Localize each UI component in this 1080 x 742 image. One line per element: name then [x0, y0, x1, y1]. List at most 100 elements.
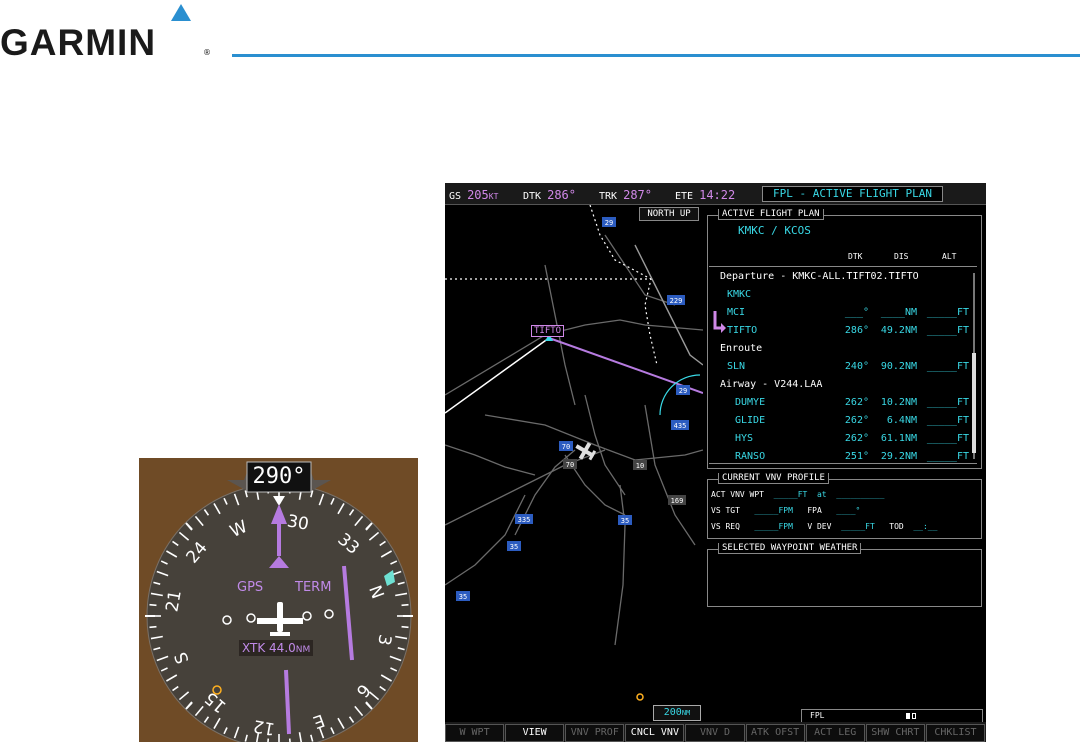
fp-row: Departure - KMKC-ALL.TIFT02.TIFTO — [709, 269, 971, 287]
trk-label: TRK — [599, 191, 618, 202]
trk-value: 287° — [623, 188, 652, 202]
fp-list[interactable]: Departure - KMKC-ALL.TIFT02.TIFTO KMKC MCI… — [709, 266, 977, 464]
col-header-dtk: DTK — [848, 252, 863, 261]
map-orientation-label[interactable]: NORTH UP — [639, 207, 699, 221]
shield-35b: 35 — [507, 541, 521, 551]
softkey-atk-ofst[interactable]: ATK OFST — [745, 724, 805, 742]
page-group-indicator-icon — [906, 713, 910, 719]
fp-row-alt: _____FT — [926, 451, 969, 462]
page-group-indicator-empty-icon — [912, 713, 916, 719]
trk-field: TRK 287° — [599, 188, 652, 202]
waypoint-label-tifto: TIFTO — [531, 325, 565, 337]
hsi-tick — [267, 738, 270, 742]
fp-row-alt: _____FT — [926, 325, 969, 336]
softkey-view[interactable]: VIEW — [505, 724, 565, 742]
fp-row[interactable]: MCI ___° ____NM _____FT — [709, 305, 971, 323]
weather-title: SELECTED WAYPOINT WEATHER — [718, 543, 862, 554]
fp-row[interactable]: DUMYE 262° 10.2NM _____FT — [709, 395, 971, 413]
svg-text:335: 335 — [518, 516, 531, 524]
fp-row-alt: _____FT — [926, 415, 969, 426]
active-leg-arrow-icon — [713, 311, 726, 333]
softkey-act-leg[interactable]: ACT LEG — [805, 724, 865, 742]
softkey-vnv-d[interactable]: VNV D — [685, 724, 745, 742]
xtk-unit: NM — [295, 645, 311, 655]
waypoint-weather-panel: SELECTED WAYPOINT WEATHER — [707, 543, 982, 607]
xtk-readout: XTK 44.0NM — [239, 640, 314, 656]
active-fp-title: ACTIVE FLIGHT PLAN — [718, 209, 824, 220]
page-title: FPL - ACTIVE FLIGHT PLAN — [762, 186, 943, 202]
hsi-tick — [149, 603, 157, 607]
fpl-status-label: FPL — [810, 711, 825, 720]
navigation-map[interactable]: 29 229 29 435 70 70 10 169 335 35 35 35 … — [445, 205, 703, 722]
fp-row[interactable]: SLN 240° 90.2NM _____FT — [709, 359, 971, 377]
dtk-field: DTK 286° — [523, 188, 576, 202]
fp-row-alt: _____FT — [926, 307, 969, 318]
at-label: at — [816, 490, 827, 499]
vnv-profile-panel: CURRENT VNV PROFILE ACT VNV WPT _____FT … — [707, 473, 982, 539]
hsi-label-30: 30 — [285, 511, 310, 534]
svg-text:35: 35 — [459, 593, 467, 601]
vnv-profile-title: CURRENT VNV PROFILE — [718, 473, 829, 484]
softkey-shw-chrt[interactable]: SHW CHRT — [865, 724, 925, 742]
active-flight-plan-panel: ACTIVE FLIGHT PLAN KMKC / KCOS DTK DIS A… — [707, 209, 982, 469]
fp-row-name: Airway - V244.LAA — [720, 379, 823, 390]
hsi-compass-rose: W 30 33 N 3 6 E 12 15 S 21 24 — [145, 461, 413, 742]
ete-field: ETE 14:22 — [675, 188, 735, 202]
fp-row-name: DUMYE — [735, 397, 766, 408]
shield-35c: 35 — [456, 591, 470, 601]
fp-row-name: Enroute — [720, 343, 763, 354]
hsi-tick — [401, 625, 409, 629]
fp-route: KMKC / KCOS — [738, 224, 811, 237]
map-range-value: 200 — [663, 707, 682, 718]
vdev-value: _____FT — [841, 522, 875, 531]
col-header-alt: ALT — [942, 252, 957, 261]
gs-unit: KT — [488, 192, 499, 201]
fp-row-dtk: 286° — [844, 325, 869, 336]
svg-text:29: 29 — [679, 387, 687, 395]
fp-row[interactable]: RANSO 251° 29.2NM _____FT — [709, 449, 971, 467]
fp-row[interactable]: HYS 262° 61.1NM _____FT — [709, 431, 971, 449]
softkey-chklist[interactable]: CHKLIST — [925, 724, 985, 742]
svg-text:35: 35 — [621, 517, 629, 525]
fp-row-dtk: 251° — [844, 451, 869, 462]
col-header-dis: DIS — [894, 252, 909, 261]
hsi-tick — [288, 738, 291, 742]
fp-row-dis: ____NM — [880, 307, 917, 318]
map-range-button[interactable]: 200NM — [653, 705, 701, 721]
svg-text:169: 169 — [671, 497, 684, 505]
fpa-label: FPA — [807, 506, 822, 515]
fp-row-dis: 49.2NM — [880, 325, 917, 336]
fp-row-name: KMKC — [727, 289, 752, 300]
fp-row[interactable]: KMKC — [709, 287, 971, 305]
fp-row-name: HYS — [735, 433, 754, 444]
fp-row[interactable]: GLIDE 262° 6.4NM _____FT — [709, 413, 971, 431]
svg-text:35: 35 — [510, 543, 518, 551]
softkey-cncl-vnv[interactable]: CNCL VNV — [625, 724, 685, 742]
fp-row-dtk: 262° — [844, 433, 869, 444]
fp-row-dis: 61.1NM — [880, 433, 917, 444]
fpl-status-box: FPL — [801, 709, 983, 723]
gps-source-label: GPS — [237, 580, 264, 595]
fp-row-name: TIFTO — [727, 325, 758, 336]
vs-req-value: _____FPM — [754, 522, 793, 531]
shield-70b: 70 — [563, 459, 577, 469]
shield-35a: 35 — [618, 515, 632, 525]
fp-row-name: RANSO — [735, 451, 766, 462]
fp-scroll-thumb[interactable] — [972, 353, 976, 453]
vs-req-label: VS REQ — [711, 522, 740, 531]
hsi-label-12: 12 — [252, 715, 277, 738]
map-range-unit: NM — [681, 709, 691, 717]
fp-row-dtk: 262° — [844, 415, 869, 426]
map-graphics: 29 229 29 435 70 70 10 169 335 35 35 35 — [445, 205, 703, 701]
softkey-w-wpt[interactable]: W WPT — [445, 724, 505, 742]
gs-field: GS 205KT — [449, 188, 498, 202]
fp-row[interactable]: TIFTO 286° 49.2NM _____FT — [709, 323, 971, 341]
fp-row: Airway - V244.LAA — [709, 377, 971, 395]
shield-29a: 29 — [602, 217, 616, 227]
softkey-vnv-prof[interactable]: VNV PROF — [565, 724, 625, 742]
tod-value: __:__ — [913, 522, 938, 531]
fp-row-dtk: 240° — [844, 361, 869, 372]
dtk-label: DTK — [523, 191, 542, 202]
shield-29b: 29 — [676, 385, 690, 395]
fpa-value: ____° — [836, 506, 861, 515]
